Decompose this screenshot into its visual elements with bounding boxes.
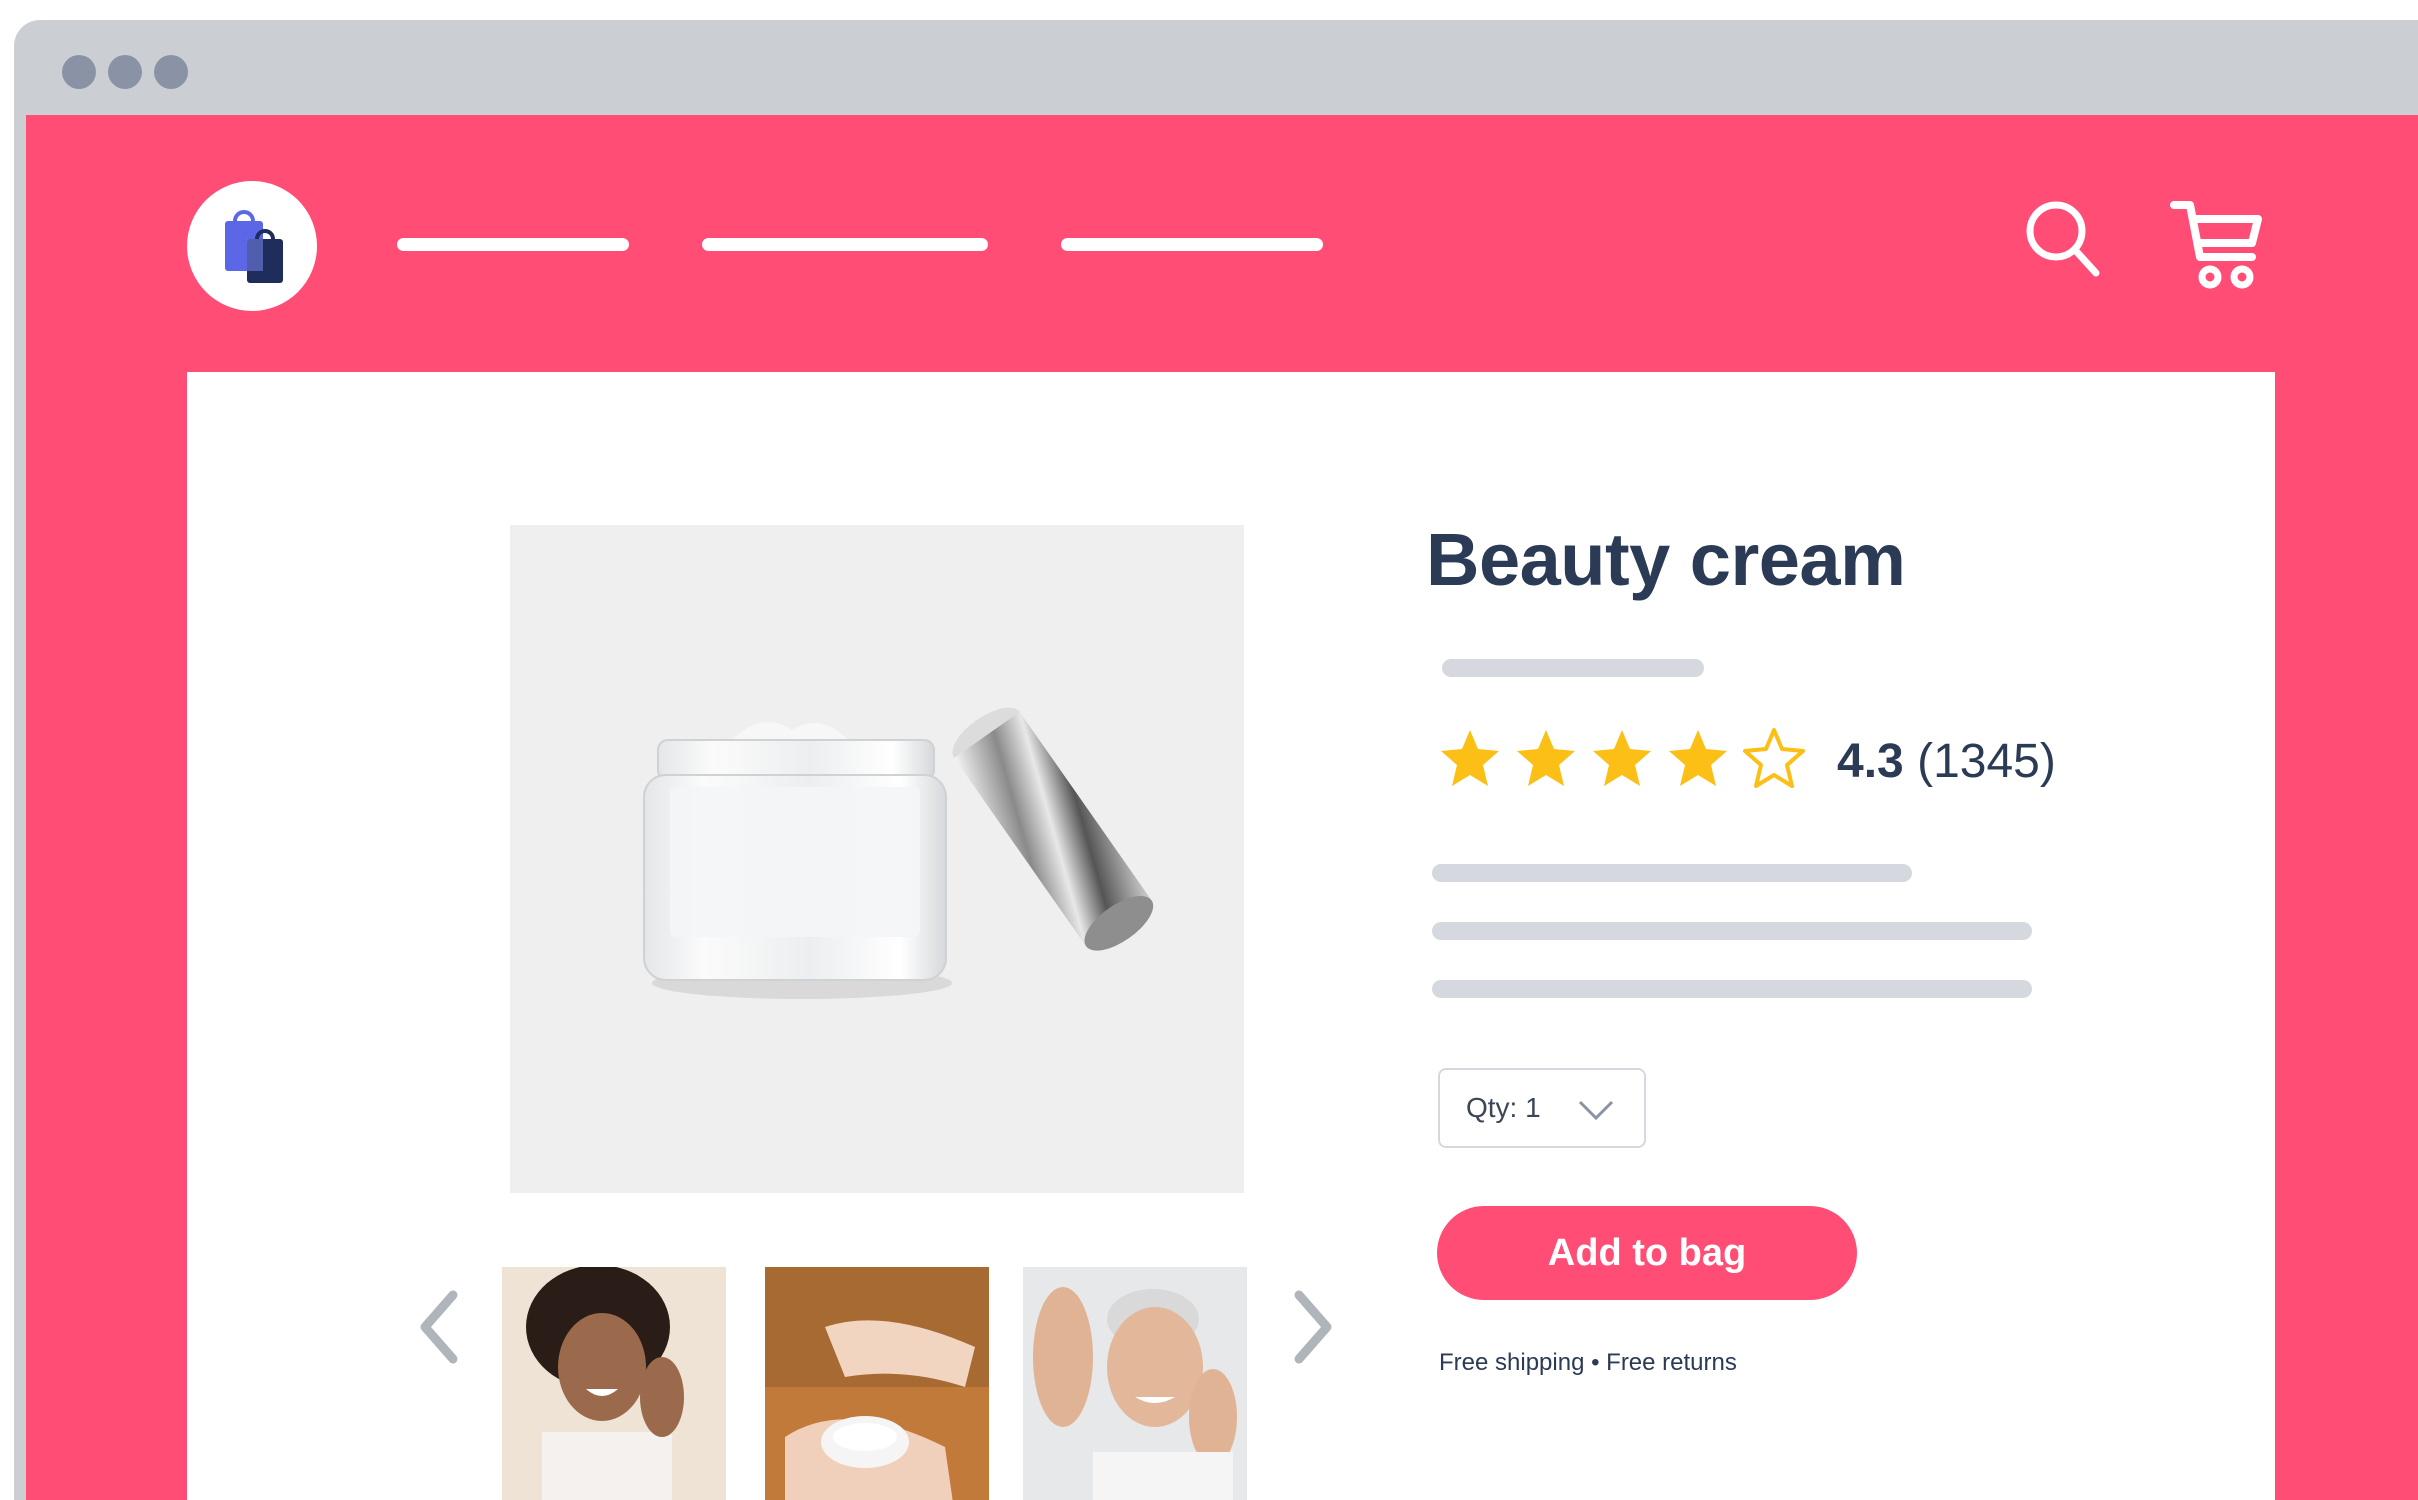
- store-logo[interactable]: [187, 181, 317, 311]
- quantity-select[interactable]: Qty: 1: [1438, 1068, 1646, 1148]
- cream-jar-image: [643, 707, 1154, 999]
- product-image[interactable]: [510, 525, 1244, 1193]
- description-placeholder: [1432, 864, 1912, 882]
- description-placeholder: [1432, 980, 2032, 998]
- hand-jar-photo: [765, 1267, 989, 1500]
- star-filled-icon: [1517, 730, 1575, 786]
- shipping-note: Free shipping • Free returns: [1439, 1349, 1737, 1376]
- review-count[interactable]: (1345): [1917, 735, 2056, 788]
- chevron-down-icon: [1578, 1100, 1614, 1121]
- browser-window: Beauty cream 4.3 (1345) Qty: 1 Add to ba…: [14, 20, 2418, 1500]
- page-viewport: Beauty cream 4.3 (1345) Qty: 1 Add to ba…: [26, 115, 2418, 1500]
- thumbnail-woman-applying-cream[interactable]: [502, 1267, 726, 1500]
- woman-photo: [502, 1267, 726, 1500]
- description-placeholder: [1432, 922, 2032, 940]
- window-dot-icon[interactable]: [108, 55, 142, 89]
- man-photo: [1023, 1267, 1247, 1500]
- add-to-bag-button[interactable]: Add to bag: [1437, 1206, 1857, 1300]
- nav-link-2[interactable]: [702, 238, 988, 251]
- thumbnail-hand-with-jar[interactable]: [765, 1267, 989, 1500]
- star-filled-icon: [1669, 730, 1727, 786]
- search-icon[interactable]: [2022, 195, 2112, 285]
- subtitle-placeholder: [1442, 659, 1704, 677]
- product-title: Beauty cream: [1426, 518, 1906, 601]
- quantity-label: Qty: 1: [1466, 1092, 1541, 1123]
- star-rating: [1438, 727, 1806, 791]
- star-outline-icon: [1743, 728, 1805, 788]
- window-dot-icon[interactable]: [154, 55, 188, 89]
- star-filled-icon: [1441, 730, 1499, 786]
- nav-link-1[interactable]: [397, 238, 629, 251]
- cart-icon[interactable]: [2166, 193, 2266, 293]
- window-controls: [62, 55, 188, 89]
- chevron-right-icon[interactable]: [1287, 1287, 1337, 1367]
- window-dot-icon[interactable]: [62, 55, 96, 89]
- rating-summary: 4.3 (1345): [1837, 734, 2056, 789]
- shopping-bags-icon: [225, 210, 283, 283]
- nav-link-3[interactable]: [1061, 238, 1323, 251]
- product-card: Beauty cream 4.3 (1345) Qty: 1 Add to ba…: [187, 372, 2275, 1500]
- thumbnail-older-man-applying-cream[interactable]: [1023, 1267, 1247, 1500]
- rating-value: 4.3: [1837, 735, 1904, 788]
- chevron-left-icon[interactable]: [415, 1287, 465, 1367]
- star-filled-icon: [1593, 730, 1651, 786]
